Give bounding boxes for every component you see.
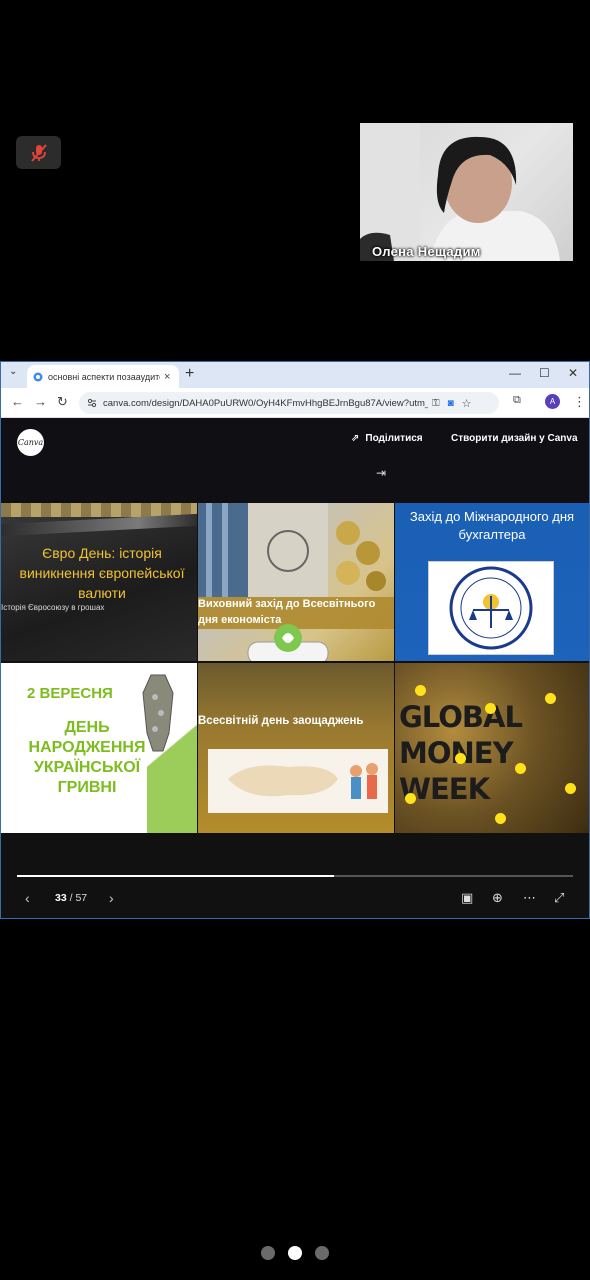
slide-date: 2 ВЕРЕСНЯ xyxy=(27,685,113,702)
zoom-icon[interactable]: ⊕ xyxy=(492,890,503,906)
slide-title: Євро День: історія виникнення європейськ… xyxy=(19,545,185,601)
new-tab-icon[interactable]: + xyxy=(185,365,194,383)
slide-title: ДЕНЬ НАРОДЖЕННЯ УКРАЇНСЬКОЇ ГРИВНІ xyxy=(28,719,146,796)
back-icon[interactable]: ← xyxy=(11,394,24,409)
slide-title: Захід до Міжнародного дня бухгалтера xyxy=(409,509,575,542)
navigation-bar: ← → ↻ canva.com/design/DAHA0PuURW0/OyH4K… xyxy=(1,388,589,418)
yellow-dot xyxy=(545,693,556,704)
ukraine-map-illustration xyxy=(228,763,378,799)
grid-view-icon[interactable]: ▣ xyxy=(461,890,473,906)
tab-favicon-icon xyxy=(33,372,43,381)
page-indicator: 33 / 57 xyxy=(55,892,88,904)
participant-name: Олена Нещадим xyxy=(372,244,481,259)
presentation-progress-bar[interactable] xyxy=(17,875,573,877)
total-pages: 57 xyxy=(75,892,88,904)
progress-fill xyxy=(17,875,334,877)
participant-image xyxy=(360,123,560,261)
yellow-dot xyxy=(565,783,576,794)
slide-grid: Євро День: історія виникнення європейськ… xyxy=(1,503,589,835)
password-key-icon[interactable]: ⚿ xyxy=(432,398,440,409)
mute-button[interactable] xyxy=(16,136,61,169)
fullscreen-icon[interactable]: ⤢ xyxy=(554,890,564,906)
url-text: canva.com/design/DAHA0PuURW0/OyH4KFmvHhg… xyxy=(103,397,428,409)
decorative-stripe xyxy=(1,513,197,537)
share-label: Поділитися xyxy=(365,433,423,444)
justice-scales-emblem-icon xyxy=(449,566,533,650)
savings-illustration xyxy=(208,749,388,813)
previous-page-icon[interactable]: ‹ xyxy=(25,890,30,906)
reload-icon[interactable]: ↻ xyxy=(57,394,68,410)
presentation-controls: ‹ 33 / 57 › ▣ ⊕ ⋯ ⤢ xyxy=(1,890,589,912)
tab-search-icon[interactable]: ⌄ xyxy=(9,366,17,377)
slide-global-money-week[interactable]: GLOBAL MONEY WEEK xyxy=(395,663,589,833)
slide-accountant-day[interactable]: Захід до Міжнародного дня бухгалтера xyxy=(395,503,589,661)
address-bar[interactable]: canva.com/design/DAHA0PuURW0/OyH4KFmvHhg… xyxy=(79,392,499,414)
slide-savings-day[interactable]: Всесвітній день заощаджень xyxy=(198,663,394,833)
browser-menu-icon[interactable]: ⋮ xyxy=(573,394,586,410)
extensions-icon[interactable]: ⧉ xyxy=(513,394,521,407)
slide-title: Всесвітній день заощаджень xyxy=(198,715,364,727)
slide-euro-day[interactable]: Євро День: історія виникнення європейськ… xyxy=(1,503,197,661)
share-button[interactable]: ⇗ Поділитися xyxy=(351,433,423,444)
create-design-button[interactable]: Створити дизайн у Canva xyxy=(451,433,578,444)
microphone-off-icon xyxy=(30,143,47,162)
next-page-icon[interactable]: › xyxy=(109,890,114,906)
shared-screen-browser: ⌄ основні аспекти позааудитор… × + — ☐ ✕… xyxy=(0,361,590,919)
slide-economist-day[interactable]: Виховний захід до Всесвітнього дня еконо… xyxy=(198,503,394,661)
tab-bar: ⌄ основні аспекти позааудитор… × + — ☐ ✕ xyxy=(1,362,589,388)
maximize-icon[interactable]: ☐ xyxy=(539,366,550,380)
page-dot[interactable] xyxy=(261,1246,275,1260)
close-window-icon[interactable]: ✕ xyxy=(568,366,578,380)
canva-header: Canva ⇗ Поділитися Створити дизайн у Can… xyxy=(1,418,589,503)
google-lens-icon[interactable]: ◙ xyxy=(448,398,454,409)
tab-title: основні аспекти позааудитор… xyxy=(48,371,160,382)
forward-icon[interactable]: → xyxy=(34,394,47,409)
more-options-icon[interactable]: ⋯ xyxy=(523,890,536,906)
minimize-icon[interactable]: — xyxy=(509,366,521,380)
current-page: 33 xyxy=(55,892,67,904)
browser-tab[interactable]: основні аспекти позааудитор… × xyxy=(27,365,179,388)
yellow-dot xyxy=(415,685,426,696)
yellow-dot xyxy=(405,793,416,804)
participant-video[interactable]: Олена Нещадим xyxy=(360,123,573,261)
yellow-dot xyxy=(515,763,526,774)
slide-hryvnia-birthday[interactable]: 2 ВЕРЕСНЯ ДЕНЬ НАРОДЖЕННЯ УКРАЇНСЬКОЇ ГР… xyxy=(1,663,197,833)
slide-subtitle: Історія Євросоюзу в грошах xyxy=(1,603,105,612)
close-tab-icon[interactable]: × xyxy=(164,371,170,383)
call-page-dots xyxy=(0,1246,590,1260)
next-arrow-icon[interactable]: ⇥ xyxy=(376,466,386,480)
yellow-dot xyxy=(495,813,506,824)
site-info-icon xyxy=(87,398,97,408)
slide-title: GLOBAL MONEY WEEK xyxy=(399,700,523,806)
page-dot[interactable] xyxy=(315,1246,329,1260)
yellow-dot xyxy=(455,753,466,764)
finance-photo xyxy=(198,503,386,597)
share-arrow-icon: ⇗ xyxy=(351,433,360,444)
canva-logo[interactable]: Canva xyxy=(17,429,44,456)
economist-logo-icon xyxy=(247,624,329,661)
bookmark-star-icon[interactable]: ☆ xyxy=(462,397,472,410)
profile-avatar[interactable]: A xyxy=(545,394,560,409)
page-dot-active[interactable] xyxy=(288,1246,302,1260)
yellow-dot xyxy=(485,703,496,714)
emblem-card xyxy=(428,561,554,655)
